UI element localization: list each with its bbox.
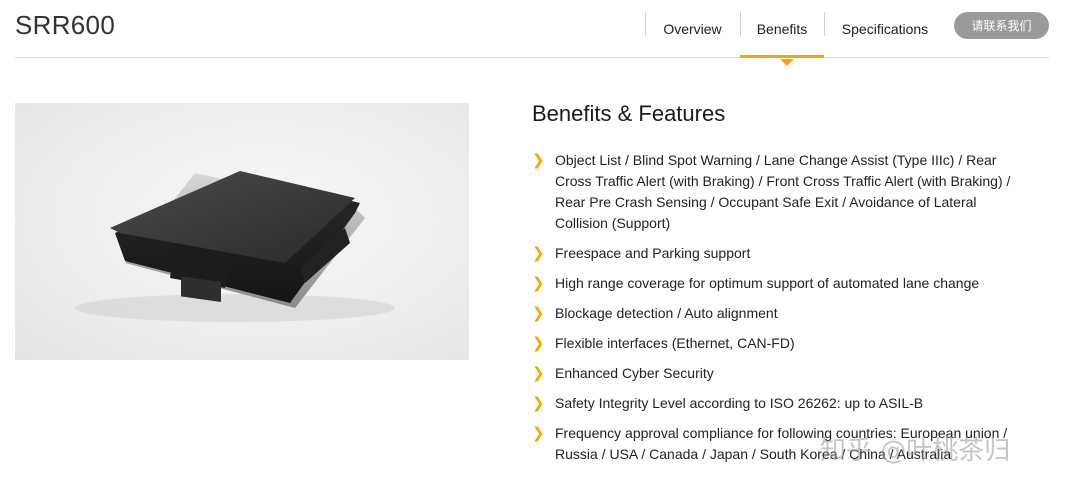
list-item: ❯ Flexible interfaces (Ethernet, CAN-FD)	[532, 333, 1032, 354]
list-item: ❯ High range coverage for optimum suppor…	[532, 273, 1032, 294]
chevron-right-icon: ❯	[532, 365, 545, 382]
tab-benefits[interactable]: Benefits	[740, 0, 824, 57]
list-item: ❯ Enhanced Cyber Security	[532, 363, 1032, 384]
radar-sensor-illustration	[75, 171, 395, 322]
list-item: ❯ Freespace and Parking support	[532, 243, 1032, 264]
chevron-right-icon: ❯	[532, 245, 545, 262]
product-image	[15, 103, 469, 360]
active-tab-indicator	[740, 55, 824, 58]
feature-text: High range coverage for optimum support …	[555, 275, 980, 291]
tab-specifications[interactable]: Specifications	[824, 0, 946, 57]
list-item: ❯ Blockage detection / Auto alignment	[532, 303, 1032, 324]
features-list: ❯ Object List / Blind Spot Warning / Lan…	[532, 150, 1032, 465]
page-header: SRR600 Overview Benefits Specifications …	[15, 0, 1049, 66]
contact-us-button[interactable]: 请联系我们	[954, 12, 1049, 39]
feature-text: Object List / Blind Spot Warning / Lane …	[555, 152, 1011, 231]
chevron-right-icon: ❯	[532, 335, 545, 352]
chevron-right-icon: ❯	[532, 152, 545, 169]
chevron-right-icon: ❯	[532, 305, 545, 322]
chevron-right-icon: ❯	[532, 395, 545, 412]
tab-overview[interactable]: Overview	[645, 0, 740, 57]
feature-text: Freespace and Parking support	[555, 245, 751, 261]
watermark: 知乎 @叶桃茶归	[820, 436, 1011, 466]
feature-text: Enhanced Cyber Security	[555, 365, 714, 381]
feature-text: Flexible interfaces (Ethernet, CAN-FD)	[555, 335, 795, 351]
list-item: ❯ Safety Integrity Level according to IS…	[532, 393, 1032, 414]
section-heading: Benefits & Features	[532, 101, 726, 126]
product-title: SRR600	[15, 10, 116, 40]
chevron-right-icon: ❯	[532, 425, 545, 442]
list-item: ❯ Object List / Blind Spot Warning / Lan…	[532, 150, 1032, 234]
feature-text: Safety Integrity Level according to ISO …	[555, 395, 924, 411]
feature-text: Blockage detection / Auto alignment	[555, 305, 778, 321]
active-tab-caret-icon	[780, 59, 794, 66]
chevron-right-icon: ❯	[532, 275, 545, 292]
